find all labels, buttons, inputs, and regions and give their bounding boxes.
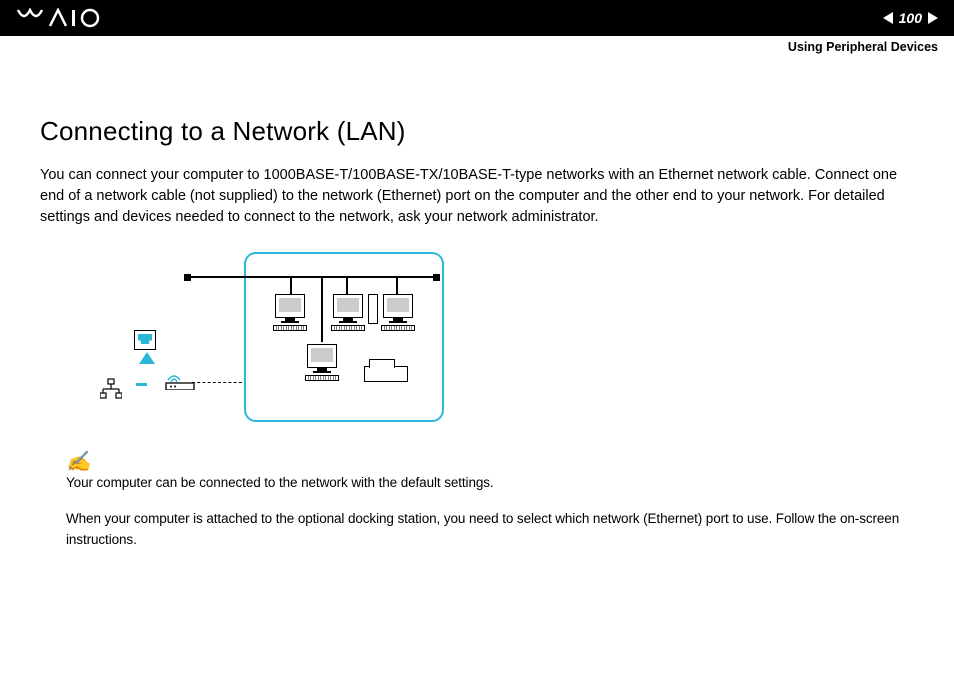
computer-icon (268, 294, 312, 338)
vaio-logo (16, 0, 116, 36)
computer-tower-icon (326, 294, 370, 338)
network-symbol-icon (100, 378, 122, 400)
note-text-2: When your computer is attached to the op… (66, 509, 914, 550)
connection-arrow-icon (136, 352, 158, 386)
printer-icon (364, 358, 412, 386)
cable-line (192, 382, 247, 383)
network-diagram (64, 252, 914, 432)
network-box (244, 252, 444, 422)
page-content: Connecting to a Network (LAN) You can co… (0, 36, 954, 586)
note-text-1: Your computer can be connected to the ne… (66, 473, 914, 493)
prev-page-arrow-icon[interactable] (883, 12, 893, 24)
body-paragraph: You can connect your computer to 1000BAS… (40, 165, 914, 228)
network-bus-line (186, 276, 438, 278)
computer-icon (300, 344, 344, 388)
page-number: 100 (899, 10, 922, 26)
computer-icon (376, 294, 420, 338)
modem-icon (164, 372, 196, 390)
page-title: Connecting to a Network (LAN) (40, 116, 914, 147)
page-navigation: 100 (883, 10, 938, 26)
next-page-arrow-icon[interactable] (928, 12, 938, 24)
ethernet-port-icon (134, 330, 156, 350)
header-bar: 100 (0, 0, 954, 36)
note-icon: ✍ (66, 452, 91, 472)
section-label: Using Peripheral Devices (788, 40, 938, 54)
